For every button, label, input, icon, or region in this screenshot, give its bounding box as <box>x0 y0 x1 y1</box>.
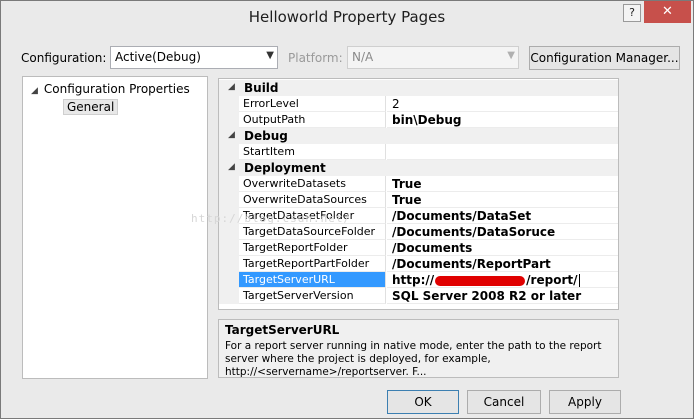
description-text: For a report server running in native mo… <box>225 340 602 378</box>
property-name: OverwriteDataSources <box>239 192 386 208</box>
configuration-value: Active(Debug) <box>115 50 201 64</box>
property-name: TargetServerURL <box>239 272 386 288</box>
property-value[interactable]: /Documents/DataSet <box>387 208 618 224</box>
category-debug[interactable]: ◢ Debug <box>219 128 618 144</box>
redaction-mark <box>435 275 526 286</box>
window-title: Helloworld Property Pages <box>248 8 446 26</box>
category-deployment[interactable]: ◢ Deployment <box>219 160 618 176</box>
property-row-overwritedatasources[interactable]: OverwriteDataSources True <box>219 192 618 208</box>
configuration-label: Configuration: <box>21 51 107 65</box>
collapse-triangle-icon[interactable]: ◢ <box>228 162 235 172</box>
collapse-triangle-icon[interactable]: ◢ <box>228 82 235 92</box>
collapse-triangle-icon[interactable]: ◢ <box>31 86 38 96</box>
property-name: TargetReportPartFolder <box>239 256 386 272</box>
category-label: Build <box>244 81 279 95</box>
title-bar: Helloworld Property Pages ? ✕ <box>1 1 693 35</box>
tree-item-general[interactable]: General <box>63 99 119 115</box>
property-row-targetserverurl[interactable]: TargetServerURL http:// /report/ <box>219 272 618 288</box>
property-name: OverwriteDatasets <box>239 176 386 192</box>
property-pages-dialog: Helloworld Property Pages ? ✕ Configurat… <box>0 0 694 419</box>
property-value[interactable]: True <box>387 176 618 192</box>
property-value[interactable]: /Documents <box>387 240 618 256</box>
target-server-url-input[interactable]: http:// /report/ <box>387 272 618 288</box>
help-icon: ? <box>629 6 635 19</box>
property-row-startitem[interactable]: StartItem <box>219 144 618 160</box>
property-name: OutputPath <box>239 112 386 128</box>
property-value[interactable]: /Documents/DataSoruce <box>387 224 618 240</box>
chevron-down-icon: ▼ <box>507 50 515 61</box>
property-name: TargetDatasetFolder <box>239 208 386 224</box>
property-value[interactable]: bin\Debug <box>387 112 618 128</box>
ok-button[interactable]: OK <box>387 390 459 414</box>
configuration-manager-button[interactable]: Configuration Manager... <box>529 46 680 70</box>
property-value[interactable] <box>387 144 618 160</box>
property-row-targetreportpartfolder[interactable]: TargetReportPartFolder /Documents/Report… <box>219 256 618 272</box>
property-row-targetreportfolder[interactable]: TargetReportFolder /Documents <box>219 240 618 256</box>
platform-value: N/A <box>352 50 374 64</box>
property-name: TargetServerVersion <box>239 288 386 304</box>
collapse-triangle-icon[interactable]: ◢ <box>228 130 235 140</box>
description-title: TargetServerURL <box>225 323 340 337</box>
property-value[interactable]: 2 <box>387 96 618 112</box>
url-suffix: /report/ <box>526 273 578 287</box>
apply-button[interactable]: Apply <box>549 390 621 414</box>
url-prefix: http:// <box>392 273 435 287</box>
description-panel: TargetServerURL For a report server runn… <box>218 319 619 378</box>
property-value[interactable]: /Documents/ReportPart <box>387 256 618 272</box>
property-row-targetdatasetfolder[interactable]: TargetDatasetFolder /Documents/DataSet <box>219 208 618 224</box>
platform-dropdown[interactable]: N/A ▼ <box>347 46 519 69</box>
property-value[interactable]: True <box>387 192 618 208</box>
property-name: TargetReportFolder <box>239 240 386 256</box>
text-caret <box>579 274 581 287</box>
property-row-outputpath[interactable]: OutputPath bin\Debug <box>219 112 618 128</box>
close-icon: ✕ <box>662 4 673 19</box>
close-button[interactable]: ✕ <box>644 1 691 23</box>
property-tree: ◢ Configuration Properties General <box>22 76 208 379</box>
category-build[interactable]: ◢ Build <box>219 80 618 96</box>
configuration-dropdown[interactable]: Active(Debug) ▼ <box>110 46 278 69</box>
property-grid: ◢ Build ErrorLevel 2 OutputPath bin\Debu… <box>218 78 619 310</box>
help-button[interactable]: ? <box>623 4 641 22</box>
platform-label: Platform: <box>288 51 343 65</box>
tree-root-label: Configuration Properties <box>43 82 190 96</box>
property-row-targetserverversion[interactable]: TargetServerVersion SQL Server 2008 R2 o… <box>219 288 618 304</box>
property-name: ErrorLevel <box>239 96 386 112</box>
cancel-button[interactable]: Cancel <box>467 390 541 414</box>
property-row-errorlevel[interactable]: ErrorLevel 2 <box>219 96 618 112</box>
property-name: TargetDataSourceFolder <box>239 224 386 240</box>
tree-item-configuration-properties[interactable]: ◢ Configuration Properties <box>31 82 190 96</box>
category-label: Debug <box>244 129 288 143</box>
property-name: StartItem <box>239 144 386 160</box>
property-row-targetdatasourcefolder[interactable]: TargetDataSourceFolder /Documents/DataSo… <box>219 224 618 240</box>
category-label: Deployment <box>244 161 326 175</box>
property-value[interactable]: SQL Server 2008 R2 or later <box>387 288 618 304</box>
property-row-overwritedatasets[interactable]: OverwriteDatasets True <box>219 176 618 192</box>
chevron-down-icon: ▼ <box>266 50 274 61</box>
